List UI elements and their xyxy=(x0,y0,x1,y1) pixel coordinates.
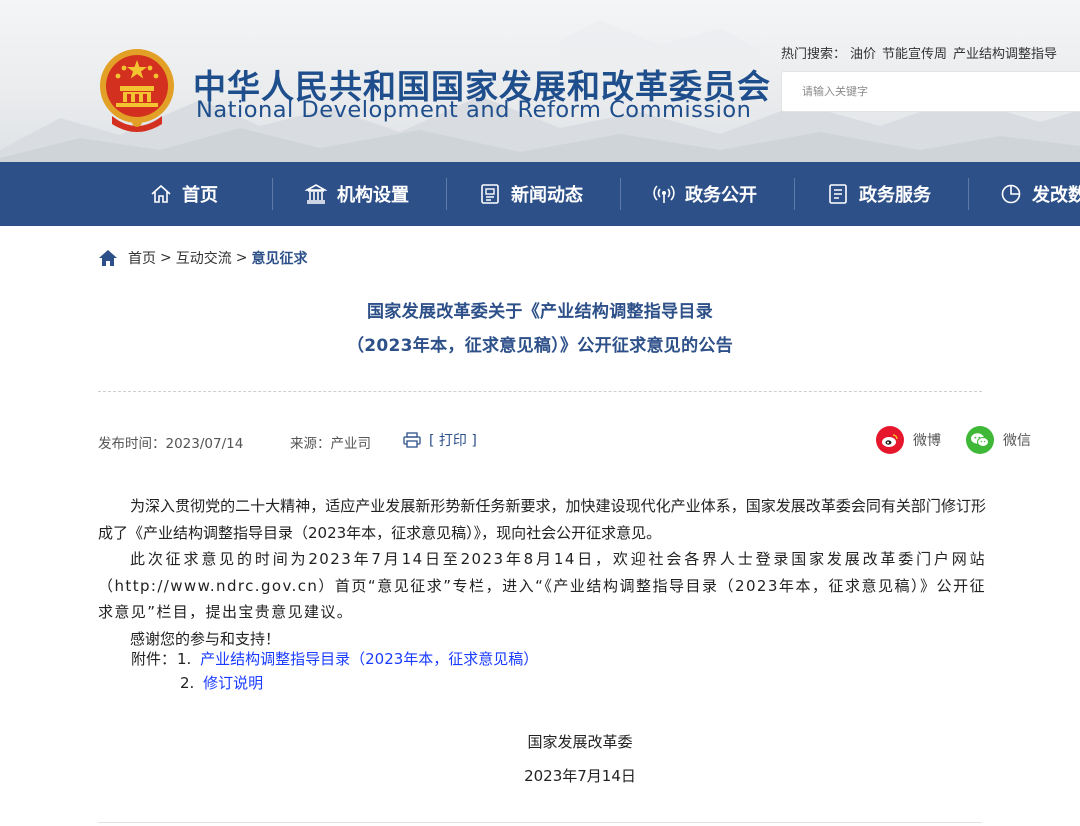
weibo-label: 微博 xyxy=(913,433,941,449)
attachment-number: 1. xyxy=(177,650,192,668)
wechat-label: 微信 xyxy=(1003,433,1031,449)
share-weibo-button[interactable]: 微博 xyxy=(876,426,941,454)
breadcrumb-current-link[interactable]: 意见征求 xyxy=(251,248,307,268)
site-header: 中华人民共和国国家发展和改革委员会 National Development a… xyxy=(0,0,1080,162)
attachment-link[interactable]: 产业结构调整指导目录（2023年本，征求意见稿） xyxy=(200,650,538,668)
hot-search-bar: 热门搜索： 油价 节能宣传周 产业结构调整指导 xyxy=(781,43,1080,62)
breadcrumb-home-link[interactable]: 首页 xyxy=(128,248,156,268)
nav-divider xyxy=(794,178,795,210)
article-paragraph: 为深入贯彻党的二十大精神，适应产业发展新形势新任务新要求，加快建设现代化产业体系… xyxy=(98,497,986,542)
breadcrumb-separator: > xyxy=(235,250,248,266)
search-box xyxy=(781,71,1080,112)
nav-item-home[interactable]: 首页 xyxy=(150,162,218,226)
nav-item-news[interactable]: 新闻动态 xyxy=(479,162,583,226)
nav-item-government-services[interactable]: 政务服务 xyxy=(827,162,931,226)
weibo-icon xyxy=(876,426,904,454)
source-label: 来源： xyxy=(290,436,331,452)
wechat-icon xyxy=(966,426,994,454)
main-navigation: 首页 机构设置 新闻动态 政务公开 政务服务 发改数 xyxy=(0,162,1080,226)
print-button[interactable]: [ 打印 ] xyxy=(403,430,477,450)
article-body: 为深入贯彻党的二十大精神，适应产业发展新形势新任务新要求，加快建设现代化产业体系… xyxy=(98,493,986,652)
nav-item-label: 发改数 xyxy=(1032,185,1080,206)
nav-item-label: 政务服务 xyxy=(859,185,931,206)
print-label: [ 打印 ] xyxy=(429,433,477,449)
article-title-line2: （2023年本，征求意见稿）》公开征求意见的公告 xyxy=(346,336,733,356)
article-title-line1: 国家发展改革委关于《产业结构调整指导目录 xyxy=(367,302,713,322)
nav-item-label: 首页 xyxy=(182,185,218,206)
news-document-icon xyxy=(481,184,499,204)
publish-info: 发布时间：2023/07/14 xyxy=(98,432,243,452)
attachment-row: 附件：1. 产业结构调整指导目录（2023年本，征求意见稿） xyxy=(131,648,538,669)
attachment-number: 2. xyxy=(180,674,195,692)
hot-search-term[interactable]: 油价 xyxy=(850,47,876,62)
article-paragraph: 此次征求意见的时间为2023年7月14日至2023年8月14日，欢迎社会各界人士… xyxy=(98,550,986,621)
nav-divider xyxy=(272,178,273,210)
attachment-link[interactable]: 修订说明 xyxy=(203,674,263,692)
nav-item-label: 政务公开 xyxy=(685,185,757,206)
breadcrumb-section-link[interactable]: 互动交流 xyxy=(176,248,232,268)
nav-item-label: 机构设置 xyxy=(337,185,409,206)
attachment-row: 2. 修订说明 xyxy=(180,672,263,693)
institution-building-icon xyxy=(305,184,327,204)
source-info: 来源：产业司 xyxy=(290,432,371,452)
publish-date: 2023/07/14 xyxy=(165,436,244,452)
signature-organization: 国家发展改革委 xyxy=(527,733,633,751)
breadcrumb: 首页 > 互动交流 > 意见征求 xyxy=(98,248,307,268)
nav-item-institutions[interactable]: 机构设置 xyxy=(305,162,409,226)
search-input[interactable] xyxy=(782,72,1080,111)
home-icon xyxy=(99,250,117,266)
service-form-icon xyxy=(829,184,847,204)
pie-chart-icon xyxy=(1001,184,1021,204)
hot-search-label: 热门搜索： xyxy=(781,47,847,62)
footer-divider xyxy=(98,822,982,823)
nav-divider xyxy=(446,178,447,210)
printer-icon xyxy=(403,432,421,448)
nav-item-label: 新闻动态 xyxy=(511,185,583,206)
source-value: 产业司 xyxy=(330,436,372,452)
signature-date: 2023年7月14日 xyxy=(524,767,636,785)
nav-item-government-affairs[interactable]: 政务公开 xyxy=(653,162,757,226)
home-outline-icon xyxy=(151,184,171,203)
publish-label: 发布时间： xyxy=(98,436,166,452)
attachment-label: 附件： xyxy=(131,650,177,668)
nav-divider xyxy=(620,178,621,210)
nav-divider xyxy=(968,178,969,210)
share-wechat-button[interactable]: 微信 xyxy=(966,426,1031,454)
breadcrumb-separator: > xyxy=(160,250,172,266)
broadcast-icon xyxy=(653,185,675,203)
title-divider xyxy=(98,391,982,392)
hot-search-term[interactable]: 节能宣传周 xyxy=(882,47,947,62)
nav-item-data[interactable]: 发改数 xyxy=(1000,162,1080,226)
hot-search-term[interactable]: 产业结构调整指导 xyxy=(953,47,1057,62)
site-title-english: National Development and Reform Commissi… xyxy=(196,97,752,123)
national-emblem xyxy=(100,49,174,132)
